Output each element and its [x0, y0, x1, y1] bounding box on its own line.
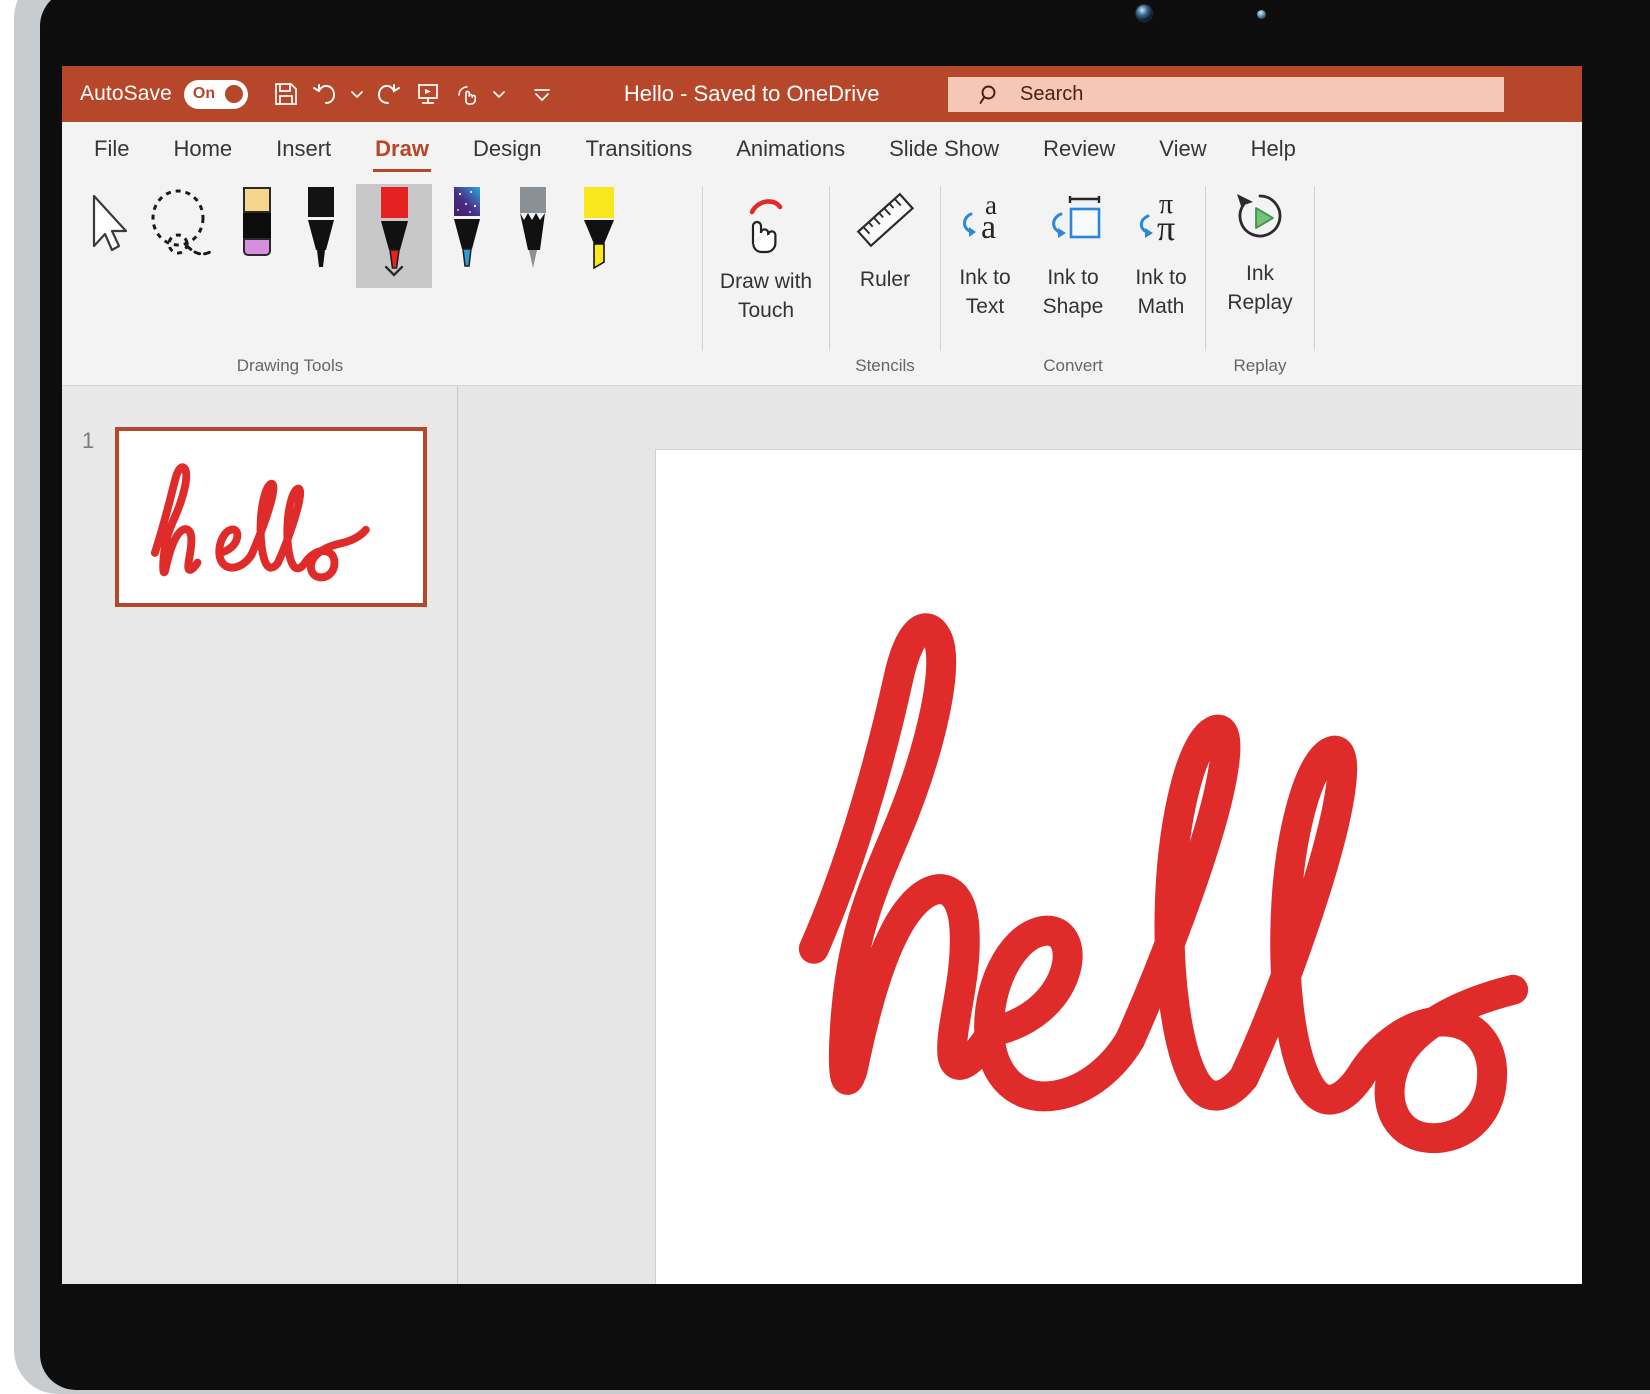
- ink-replay-label-line1: Ink: [1246, 259, 1274, 288]
- tab-design[interactable]: Design: [451, 122, 563, 178]
- ribbon-group-drawing-tools: Drawing Tools: [62, 178, 702, 386]
- ribbon-group-stencils: Ruler Stencils: [830, 178, 940, 386]
- group-label-stencils: Stencils: [830, 356, 940, 386]
- ink-to-shape-icon: [1039, 188, 1107, 257]
- search-placeholder-text: Search: [1020, 83, 1083, 106]
- search-box[interactable]: Search: [948, 77, 1504, 112]
- group-label-drawing-tools: Drawing Tools: [62, 356, 702, 386]
- ink-to-shape-label-line2: Shape: [1043, 292, 1104, 321]
- tab-help[interactable]: Help: [1229, 122, 1318, 178]
- draw-with-touch-label-line2: Touch: [738, 296, 794, 325]
- ink-to-math-label-line1: Ink to: [1135, 263, 1186, 292]
- ink-replay-button[interactable]: Ink Replay: [1210, 184, 1310, 317]
- ink-to-text-label-line2: Text: [966, 292, 1005, 321]
- autosave-state-label: On: [193, 85, 215, 103]
- customize-quick-access-toolbar-icon[interactable]: [522, 74, 562, 114]
- search-icon: [978, 83, 1002, 107]
- highlighter-yellow[interactable]: [568, 184, 630, 288]
- slide-thumbnail-1[interactable]: [115, 427, 427, 607]
- ruler-icon: [850, 188, 920, 259]
- ribbon-body: Drawing Tools Draw with Touch: [62, 178, 1582, 386]
- slide-canvas-area: [459, 386, 1582, 1284]
- ink-to-shape-label-line1: Ink to: [1047, 263, 1098, 292]
- tab-home[interactable]: Home: [151, 122, 254, 178]
- work-area: 1: [62, 386, 1582, 1284]
- ink-replay-label-line2: Replay: [1227, 288, 1292, 317]
- draw-with-touch-button[interactable]: Draw with Touch: [706, 184, 826, 325]
- ink-to-math-button[interactable]: π π Ink to Math: [1117, 184, 1205, 321]
- redo-icon[interactable]: [368, 74, 408, 114]
- autosave-toggle[interactable]: On: [184, 80, 248, 109]
- draw-with-touch-icon: [728, 188, 804, 261]
- autosave-toggle-knob: [225, 85, 243, 103]
- undo-dropdown-chevron-icon[interactable]: [346, 74, 368, 114]
- slide-canvas[interactable]: [655, 449, 1582, 1284]
- ribbon-group-replay: Ink Replay Replay: [1206, 178, 1314, 386]
- ribbon-group-divider: [1314, 186, 1315, 351]
- tab-transitions[interactable]: Transitions: [563, 122, 714, 178]
- autosave-label: AutoSave: [80, 82, 172, 106]
- ink-to-math-icon: π π: [1127, 188, 1195, 257]
- pencil-gray[interactable]: [502, 184, 564, 288]
- start-from-beginning-icon[interactable]: [408, 74, 448, 114]
- title-bar: AutoSave On: [62, 66, 1582, 122]
- tab-file[interactable]: File: [72, 122, 151, 178]
- tab-review[interactable]: Review: [1021, 122, 1137, 178]
- ribbon-group-draw-with-touch: Draw with Touch: [703, 178, 829, 386]
- front-camera-icon: [1136, 5, 1152, 21]
- group-label-replay: Replay: [1206, 356, 1314, 386]
- tab-draw[interactable]: Draw: [353, 122, 451, 178]
- touch-mode-dropdown-chevron-icon[interactable]: [488, 74, 510, 114]
- ruler-button[interactable]: Ruler: [833, 184, 937, 294]
- document-title: Hello - Saved to OneDrive: [624, 81, 880, 107]
- touch-mouse-mode-icon[interactable]: [448, 74, 488, 114]
- save-icon[interactable]: [266, 74, 306, 114]
- ink-to-text-button[interactable]: a a Ink to Text: [941, 184, 1029, 321]
- pen-red-dropdown-chevron-icon[interactable]: [381, 263, 407, 284]
- select-tool[interactable]: [78, 184, 136, 288]
- undo-icon[interactable]: [306, 74, 346, 114]
- ambient-light-sensor-icon: [1257, 10, 1266, 19]
- pen-galaxy[interactable]: [436, 184, 498, 288]
- ink-to-text-label-line1: Ink to: [959, 263, 1010, 292]
- ink-replay-icon: [1227, 188, 1293, 253]
- ruler-label: Ruler: [860, 265, 910, 294]
- svg-text:a: a: [981, 209, 996, 246]
- tab-animations[interactable]: Animations: [714, 122, 867, 178]
- ink-to-text-icon: a a: [951, 188, 1019, 257]
- svg-text:π: π: [1157, 208, 1175, 248]
- canvas-ink-hello: [656, 450, 1582, 1284]
- group-label-convert: Convert: [941, 356, 1205, 386]
- thumbnail-ink-hello: [119, 431, 423, 603]
- pen-red[interactable]: [356, 184, 432, 288]
- lasso-select-tool[interactable]: [140, 184, 224, 288]
- group-label-draw-with-touch: [703, 376, 829, 386]
- slide-thumbnail-panel[interactable]: 1: [62, 386, 458, 1284]
- ink-to-math-label-line2: Math: [1138, 292, 1185, 321]
- ribbon-tab-strip: File Home Insert Draw Design Transitions…: [62, 122, 1582, 178]
- ink-to-shape-button[interactable]: Ink to Shape: [1029, 184, 1117, 321]
- tab-slide-show[interactable]: Slide Show: [867, 122, 1021, 178]
- powerpoint-app-window: AutoSave On: [62, 66, 1582, 1284]
- ribbon-group-convert: a a Ink to Text: [941, 178, 1205, 386]
- pen-black[interactable]: [290, 184, 352, 288]
- tab-insert[interactable]: Insert: [254, 122, 353, 178]
- slide-number-label: 1: [82, 428, 94, 454]
- draw-with-touch-label-line1: Draw with: [720, 267, 812, 296]
- eraser-tool[interactable]: [228, 184, 286, 288]
- tab-view[interactable]: View: [1137, 122, 1228, 178]
